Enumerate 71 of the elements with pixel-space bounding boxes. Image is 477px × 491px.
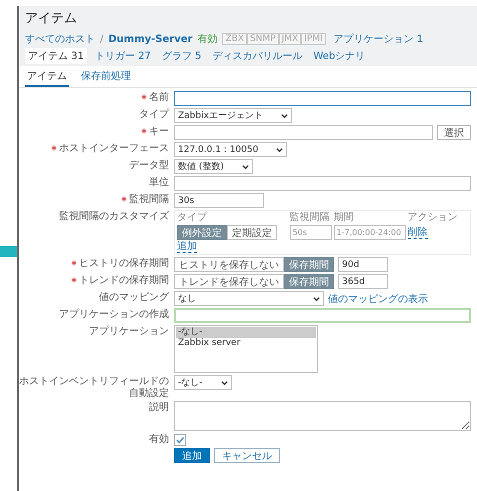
all-hosts-link[interactable]: すべてのホスト: [25, 32, 95, 46]
field-label: アプリケーション: [89, 326, 169, 338]
dropdown[interactable]: -なし-: [174, 375, 232, 390]
list-box[interactable]: -なし- Zabbix server: [174, 325, 318, 373]
chevron-down-icon: [280, 112, 288, 118]
select-button[interactable]: 選択: [437, 125, 471, 140]
field-label: ホストインベントリフィールドの自動設定: [19, 376, 169, 399]
column-header: 期間: [334, 212, 354, 224]
field-label: トレンドの保存期間: [79, 275, 169, 286]
dropdown[interactable]: 数値 (整数): [174, 159, 253, 174]
host-nav-tab[interactable]: アイテム 31: [25, 48, 87, 64]
list-option[interactable]: Zabbix server: [176, 338, 316, 349]
host-nav-tab[interactable]: Webシナリ: [310, 48, 368, 64]
period-field[interactable]: 90d: [338, 257, 388, 272]
field-label: ホストインターフェース: [59, 143, 169, 154]
segment-button[interactable]: 定期設定: [227, 225, 277, 240]
host-nav-tab[interactable]: グラフ 5: [158, 48, 204, 64]
text-field[interactable]: [174, 125, 433, 140]
checkbox[interactable]: [174, 434, 186, 446]
text-field[interactable]: 30s: [174, 193, 264, 208]
host-link[interactable]: Dummy-Server: [108, 34, 192, 44]
dropdown[interactable]: 127.0.0.1 : 10050: [174, 142, 288, 157]
dropdown[interactable]: Zabbixエージェント: [174, 108, 292, 123]
description-field[interactable]: [174, 401, 471, 431]
field-label: 監視間隔のカスタマイズ: [59, 211, 169, 222]
segment-button[interactable]: ヒストリを保存しない: [174, 257, 284, 272]
field-label: 説明: [149, 402, 169, 414]
field-label: タイプ: [139, 109, 169, 120]
field-label: 値のマッピング: [99, 292, 169, 304]
breadcrumb-separator: /: [100, 34, 104, 44]
interface-status-badge: SNMP: [246, 33, 279, 45]
chevron-down-icon: [313, 296, 320, 302]
field-label: 有効: [149, 434, 169, 446]
dropdown[interactable]: なし: [174, 291, 324, 306]
interface-status-badge: ZBX: [222, 33, 247, 45]
host-nav-tab[interactable]: ディスカバリルール: [209, 48, 306, 64]
cancel-button[interactable]: キャンセル: [214, 448, 280, 463]
text-field[interactable]: [174, 176, 471, 191]
field-label: ヒストリの保存期間: [79, 258, 169, 270]
interface-status-badge: JMX: [278, 33, 302, 45]
text-field[interactable]: [174, 308, 471, 323]
host-nav-tab[interactable]: トリガー 27: [92, 48, 154, 64]
form-tab[interactable]: アイテム: [25, 68, 69, 87]
interface-status-badge: IPMI: [301, 33, 326, 45]
text-field[interactable]: [174, 91, 471, 106]
add-button[interactable]: 追加: [174, 448, 210, 463]
field-label: 監視間隔: [129, 194, 169, 206]
field-label: アプリケーションの作成: [59, 309, 169, 320]
field-label: 単位: [149, 177, 169, 188]
column-header: 監視間隔: [290, 212, 330, 224]
value-mapping-link[interactable]: 値のマッピングの表示: [328, 292, 428, 306]
chevron-down-icon: [276, 146, 284, 152]
period-field[interactable]: 365d: [338, 274, 388, 289]
column-header: タイプ: [177, 212, 208, 224]
interval-field[interactable]: 50s: [290, 225, 332, 240]
list-option[interactable]: -なし-: [176, 327, 316, 338]
chevron-down-icon: [242, 164, 249, 170]
column-header: アクション: [408, 212, 458, 224]
side-marker: [0, 246, 17, 257]
remove-link[interactable]: 削除: [408, 226, 428, 238]
page-title: アイテム: [25, 10, 78, 27]
field-label: キー: [149, 126, 169, 138]
segment-button[interactable]: トレンドを保存しない: [174, 274, 284, 289]
field-label: データ型: [129, 160, 169, 172]
field-label: 名前: [149, 92, 169, 104]
form-tab[interactable]: 保存前処理: [79, 68, 133, 87]
add-link[interactable]: 追加: [177, 241, 197, 253]
host-nav-tab[interactable]: アプリケーション 1: [330, 31, 426, 47]
host-status: 有効: [197, 32, 218, 46]
period-field[interactable]: 1-7,00:00-24:00: [334, 225, 406, 240]
chevron-down-icon: [220, 380, 228, 386]
